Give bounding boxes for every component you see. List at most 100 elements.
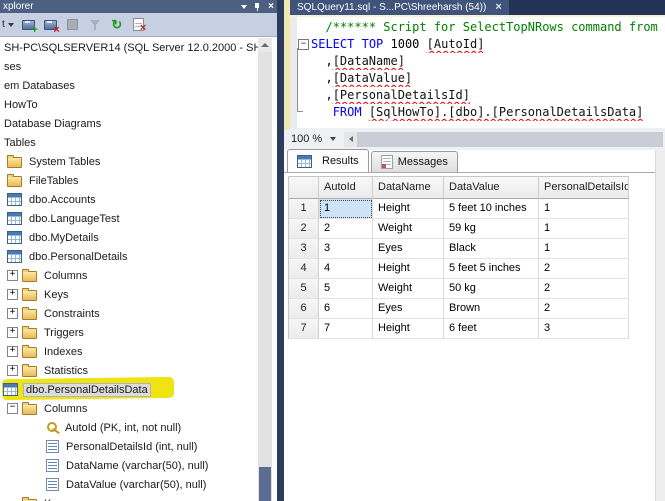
grid-cell[interactable]: Height: [373, 319, 444, 339]
zoom-level[interactable]: 100 %: [284, 133, 322, 145]
column-header-dataname[interactable]: DataName: [373, 177, 444, 199]
grid-cell[interactable]: 5: [319, 279, 373, 299]
row-number-cell[interactable]: 5: [289, 279, 319, 299]
refresh-button[interactable]: [107, 16, 127, 34]
tab-sqlquery11[interactable]: SQLQuery11.sql - S...PC\Shreeharsh (54)): [290, 0, 509, 15]
window-position-icon[interactable]: [241, 4, 248, 9]
tree-item-keys[interactable]: + Keys: [0, 285, 258, 304]
disconnect-server-button[interactable]: [41, 16, 61, 34]
tree-item-dbo-languagetest[interactable]: dbo.LanguageTest: [0, 209, 258, 228]
tree-item-personaldetailsid-int-null[interactable]: PersonalDetailsId (int, null): [0, 437, 258, 456]
tree-item-content: + Triggers: [7, 326, 86, 340]
grid-cell[interactable]: 4: [319, 259, 373, 279]
grid-cell[interactable]: Eyes: [373, 239, 444, 259]
tree-item-tables[interactable]: Tables: [0, 133, 258, 152]
tree-item-dataname-varchar-50-null[interactable]: DataName (varchar(50), null): [0, 456, 258, 475]
collapse-icon[interactable]: −: [7, 403, 18, 414]
tab-close-icon[interactable]: [495, 0, 501, 15]
tree-item-em-databases[interactable]: em Databases: [0, 76, 258, 95]
row-number-cell[interactable]: 1: [289, 199, 319, 219]
results-grid[interactable]: AutoId DataName DataValue PersonalDetailsId…: [288, 176, 629, 339]
expand-icon[interactable]: +: [7, 327, 18, 338]
grid-cell[interactable]: 1: [539, 199, 629, 219]
tree-item-sh-pc-sqlserver14-sql-server-12-0-2000-sh[interactable]: SH-PC\SQLSERVER14 (SQL Server 12.0.2000 …: [0, 38, 258, 57]
object-explorer-scrollbar[interactable]: [258, 38, 272, 501]
row-number-cell[interactable]: 2: [289, 219, 319, 239]
tree-item-constraints[interactable]: + Constraints: [0, 304, 258, 323]
tree-item-columns[interactable]: − Columns: [0, 399, 258, 418]
grid-cell[interactable]: 50 kg: [444, 279, 539, 299]
results-scrollbar[interactable]: [655, 150, 665, 501]
stop-button[interactable]: [63, 16, 83, 34]
object-explorer-title-bar[interactable]: xplorer: [0, 0, 277, 13]
grid-cell[interactable]: 6 feet: [444, 319, 539, 339]
grid-cell[interactable]: 3: [319, 239, 373, 259]
expand-icon[interactable]: +: [7, 346, 18, 357]
expand-icon[interactable]: +: [7, 365, 18, 376]
tree-item-howto[interactable]: HowTo: [0, 95, 258, 114]
scroll-left-button[interactable]: [344, 131, 358, 147]
tree-item-k[interactable]: K: [0, 494, 258, 501]
tree-item-dbo-mydetails[interactable]: dbo.MyDetails: [0, 228, 258, 247]
tab-messages[interactable]: Messages: [370, 151, 458, 172]
grid-cell[interactable]: 6: [319, 299, 373, 319]
object-explorer-tree[interactable]: SH-PC\SQLSERVER14 (SQL Server 12.0.2000 …: [0, 38, 258, 501]
tree-item-dbo-personaldetailsdata[interactable]: dbo.PersonalDetailsData: [0, 376, 258, 401]
grid-cell[interactable]: Weight: [373, 279, 444, 299]
row-number-cell[interactable]: 4: [289, 259, 319, 279]
expand-icon[interactable]: +: [7, 270, 18, 281]
horizontal-scrollbar[interactable]: [357, 131, 663, 147]
scrollbar-thumb[interactable]: [259, 467, 271, 501]
tree-item-datavalue-varchar-50-null[interactable]: DataValue (varchar(50), null): [0, 475, 258, 494]
tree-item-columns[interactable]: + Columns: [0, 266, 258, 285]
tree-item-database-diagrams[interactable]: Database Diagrams: [0, 114, 258, 133]
expand-icon[interactable]: +: [7, 308, 18, 319]
tree-item-ses[interactable]: ses: [0, 57, 258, 76]
grid-cell[interactable]: 2: [539, 259, 629, 279]
tree-item-content: AutoId (PK, int, not null): [46, 421, 183, 435]
grid-cell[interactable]: 7: [319, 319, 373, 339]
stop-script-button[interactable]: [129, 16, 149, 34]
grid-cell[interactable]: 1: [539, 219, 629, 239]
tree-item-dbo-personaldetails[interactable]: dbo.PersonalDetails: [0, 247, 258, 266]
tree-item-autoid-pk-int-not-null[interactable]: AutoId (PK, int, not null): [0, 418, 258, 437]
grid-cell[interactable]: 2: [319, 219, 373, 239]
grid-cell[interactable]: 1: [539, 239, 629, 259]
grid-cell[interactable]: Height: [373, 259, 444, 279]
pin-icon[interactable]: [254, 2, 261, 11]
grid-cell[interactable]: 3: [539, 319, 629, 339]
grid-cell[interactable]: Height: [373, 199, 444, 219]
scroll-up-button[interactable]: [258, 38, 272, 52]
grid-cell[interactable]: 59 kg: [444, 219, 539, 239]
zoom-dropdown-icon[interactable]: [330, 137, 337, 141]
row-number-cell[interactable]: 3: [289, 239, 319, 259]
grid-cell[interactable]: Eyes: [373, 299, 444, 319]
tab-results[interactable]: Results: [287, 149, 369, 172]
tree-item-indexes[interactable]: + Indexes: [0, 342, 258, 361]
column-header-datavalue[interactable]: DataValue: [444, 177, 539, 199]
expand-icon[interactable]: +: [7, 289, 18, 300]
grid-cell[interactable]: 5 feet 5 inches: [444, 259, 539, 279]
grid-cell[interactable]: Black: [444, 239, 539, 259]
column-header-autoid[interactable]: AutoId: [319, 177, 373, 199]
connect-server-button[interactable]: [19, 16, 39, 34]
filter-button[interactable]: [85, 16, 105, 34]
grid-cell-selected[interactable]: 1: [319, 199, 373, 219]
sql-editor[interactable]: /****** Script for SelectTopNRows comman…: [290, 15, 665, 130]
grid-corner-cell[interactable]: [289, 177, 319, 199]
row-number-cell[interactable]: 7: [289, 319, 319, 339]
tree-item-filetables[interactable]: FileTables: [0, 171, 258, 190]
grid-cell[interactable]: Brown: [444, 299, 539, 319]
grid-cell[interactable]: Weight: [373, 219, 444, 239]
panel-splitter[interactable]: [277, 0, 284, 501]
column-header-personaldetailsid[interactable]: PersonalDetailsId: [539, 177, 629, 199]
close-icon[interactable]: [268, 0, 274, 13]
row-number-cell[interactable]: 6: [289, 299, 319, 319]
grid-cell[interactable]: 2: [539, 279, 629, 299]
tree-item-dbo-accounts[interactable]: dbo.Accounts: [0, 190, 258, 209]
tree-item-system-tables[interactable]: System Tables: [0, 152, 258, 171]
grid-cell[interactable]: 2: [539, 299, 629, 319]
grid-cell[interactable]: 5 feet 10 inches: [444, 199, 539, 219]
connect-dropdown-button[interactable]: t: [0, 19, 18, 30]
tree-item-triggers[interactable]: + Triggers: [0, 323, 258, 342]
